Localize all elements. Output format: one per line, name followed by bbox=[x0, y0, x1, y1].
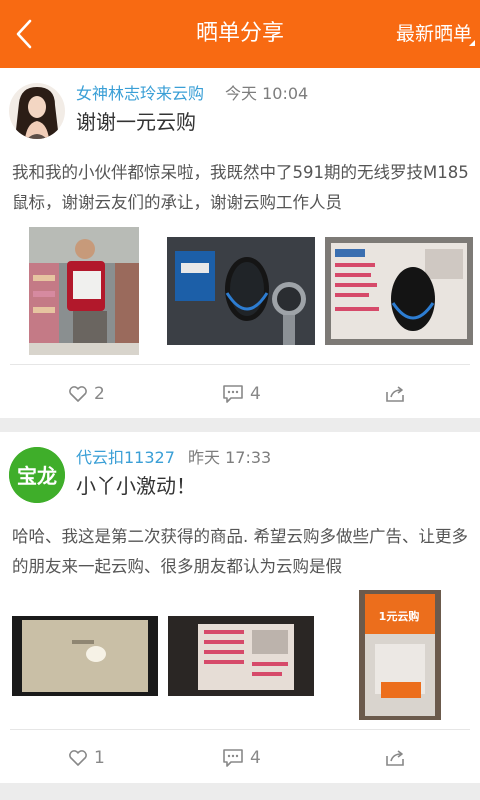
comment-count: 4 bbox=[250, 748, 261, 768]
page-title: 晒单分享 bbox=[195, 21, 284, 46]
dropdown-corner-icon bbox=[469, 40, 475, 46]
comment-count: 4 bbox=[250, 384, 261, 404]
share-icon bbox=[386, 750, 404, 766]
heart-icon bbox=[69, 386, 87, 402]
heart-icon bbox=[69, 750, 87, 766]
post-photo[interactable] bbox=[12, 616, 158, 696]
back-button[interactable] bbox=[6, 12, 46, 56]
like-button[interactable]: 1 bbox=[68, 743, 105, 773]
username[interactable]: 代云扣11327 bbox=[76, 444, 175, 468]
post-headline: 小丫小激动！ bbox=[76, 474, 196, 498]
post-photo[interactable]: 1元云购 bbox=[359, 590, 441, 720]
top-bar: 晒单分享 最新晒单 bbox=[0, 0, 480, 68]
share-button[interactable] bbox=[384, 379, 412, 409]
post-photo[interactable] bbox=[29, 227, 139, 355]
share-icon bbox=[386, 386, 404, 402]
divider bbox=[10, 364, 470, 365]
like-button[interactable]: 2 bbox=[68, 379, 105, 409]
post-time: 今天 10:04 bbox=[225, 84, 309, 103]
comment-button[interactable]: 4 bbox=[222, 379, 261, 409]
latest-shares-label: 最新晒单 bbox=[395, 23, 472, 45]
like-count: 2 bbox=[94, 384, 105, 404]
divider bbox=[10, 729, 470, 730]
username[interactable]: 女神林志玲来云购 bbox=[76, 80, 204, 104]
like-count: 1 bbox=[94, 748, 105, 768]
latest-shares-button[interactable]: 最新晒单 bbox=[395, 0, 475, 68]
avatar[interactable] bbox=[9, 83, 65, 139]
post-photo[interactable] bbox=[168, 616, 314, 696]
avatar-text: 宝龙 bbox=[17, 464, 57, 488]
post-photo[interactable] bbox=[167, 237, 315, 345]
post-body: 哈哈、我这是第二次获得的商品. 希望云购多做些广告、让更多的朋友来一起云购、很多… bbox=[12, 527, 468, 576]
avatar[interactable]: 宝龙 bbox=[9, 447, 65, 503]
comment-icon bbox=[223, 385, 243, 403]
post-headline: 谢谢一元云购 bbox=[76, 110, 196, 134]
back-arrow-icon bbox=[16, 19, 32, 49]
post-photo[interactable] bbox=[325, 237, 473, 345]
photo-text: 1元云购 bbox=[379, 609, 420, 623]
comment-icon bbox=[223, 749, 243, 767]
share-button[interactable] bbox=[384, 743, 412, 773]
post-body: 我和我的小伙伴都惊呆啦，我既然中了591期的无线罗技M185鼠标，谢谢云友们的承… bbox=[12, 163, 469, 212]
post-time: 昨天 17:33 bbox=[188, 448, 272, 467]
share-post[interactable]: 宝龙 代云扣11327 昨天 17:33 小丫小激动！ 哈哈、我这是第二次获得的… bbox=[0, 432, 480, 783]
share-post[interactable]: 女神林志玲来云购 今天 10:04 谢谢一元云购 我和我的小伙伴都惊呆啦，我既然… bbox=[0, 68, 480, 418]
comment-button[interactable]: 4 bbox=[222, 743, 261, 773]
